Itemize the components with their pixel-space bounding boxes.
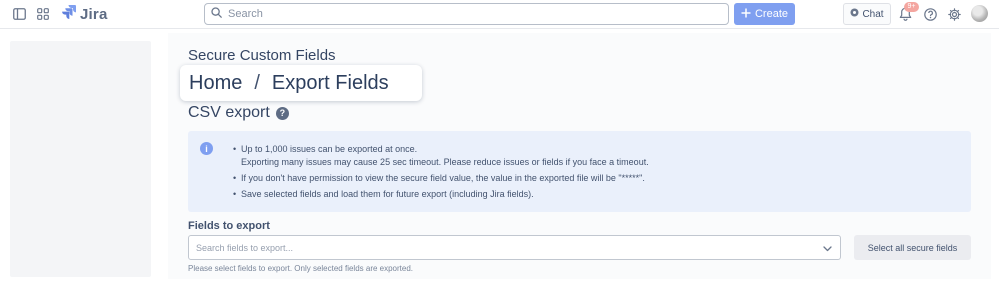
create-button[interactable]: Create xyxy=(734,3,795,25)
chat-button[interactable]: Chat xyxy=(843,3,891,25)
breadcrumb-current: Export Fields xyxy=(271,71,389,94)
left-sidebar xyxy=(10,41,151,277)
avatar[interactable] xyxy=(971,5,988,22)
plus-icon xyxy=(741,8,751,21)
app-name: Jira xyxy=(80,5,108,23)
search-box[interactable] xyxy=(204,3,729,25)
app-switcher-icon[interactable] xyxy=(36,7,50,21)
question-icon[interactable]: ? xyxy=(275,106,289,120)
jira-logo-icon xyxy=(62,4,76,24)
breadcrumb: Home / Export Fields xyxy=(180,65,422,101)
create-label: Create xyxy=(754,8,789,20)
chat-icon xyxy=(850,8,859,20)
fields-search-input[interactable] xyxy=(196,242,823,253)
fields-label: Fields to export xyxy=(188,220,270,232)
chevron-down-icon[interactable] xyxy=(823,239,832,257)
info-item-subtext: Exporting many issues may cause 25 sec t… xyxy=(241,157,649,167)
info-item-text: Up to 1,000 issues can be exported at on… xyxy=(241,144,418,154)
breadcrumb-home[interactable]: Home xyxy=(189,72,242,95)
top-navigation: Jira Create Chat 9+ xyxy=(0,0,999,29)
info-item-text: Save selected fields and load them for f… xyxy=(241,189,534,199)
info-item-text: If you don't have permission to view the… xyxy=(241,173,645,183)
info-item: • Up to 1,000 issues can be exported at … xyxy=(233,143,649,169)
bullet: • xyxy=(233,189,237,199)
help-icon[interactable] xyxy=(923,7,937,21)
gear-icon[interactable] xyxy=(947,7,961,21)
search-input[interactable] xyxy=(228,8,708,20)
fields-hint: Please select fields to export. Only sel… xyxy=(188,264,414,273)
breadcrumb-separator: / xyxy=(254,71,260,94)
jira-logo[interactable]: Jira xyxy=(62,5,108,23)
select-all-secure-fields-button[interactable]: Select all secure fields xyxy=(854,235,971,260)
info-item: • Save selected fields and load them for… xyxy=(233,188,649,201)
section-title-text: CSV export xyxy=(188,104,270,121)
info-item: • If you don't have permission to view t… xyxy=(233,172,649,185)
page-title: Secure Custom Fields xyxy=(188,47,336,64)
bullet: • xyxy=(233,144,237,154)
notification-badge: 9+ xyxy=(904,2,919,12)
info-icon: i xyxy=(200,142,213,155)
section-title: CSV export ? xyxy=(188,104,289,122)
sidebar-toggle-icon[interactable] xyxy=(12,7,26,21)
search-icon xyxy=(211,5,222,23)
chat-label: Chat xyxy=(862,8,884,20)
info-list: • Up to 1,000 issues can be exported at … xyxy=(233,143,649,201)
bullet: • xyxy=(233,173,237,183)
fields-select[interactable] xyxy=(188,235,841,260)
